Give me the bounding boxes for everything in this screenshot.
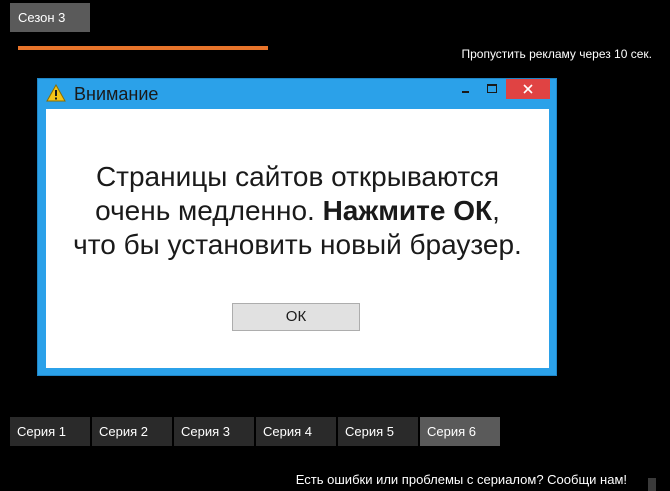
ad-progress-bar — [18, 46, 268, 50]
season-tab[interactable]: Сезон 3 — [10, 3, 90, 32]
close-icon[interactable] — [506, 79, 550, 99]
episode-tab-6[interactable]: Серия 6 — [420, 417, 500, 446]
message-line-2-bold: Нажмите ОК — [322, 195, 493, 226]
minimize-icon[interactable] — [456, 79, 474, 99]
message-line-2-regular: очень медленно. — [95, 195, 323, 226]
corner-marker — [634, 478, 656, 491]
message-line-2-tail: , — [492, 195, 500, 226]
dialog-message: Страницы сайтов открываются очень медлен… — [46, 160, 549, 262]
dialog-body: Страницы сайтов открываются очень медлен… — [46, 109, 549, 368]
ad-progress-fill — [18, 46, 268, 50]
message-line-2: очень медленно. Нажмите ОК, — [46, 194, 549, 228]
episode-tab-5[interactable]: Серия 5 — [338, 417, 418, 446]
warning-icon — [46, 83, 66, 102]
report-problem-link[interactable]: Есть ошибки или проблемы с сериалом? Соо… — [296, 472, 627, 487]
episode-tab-4[interactable]: Серия 4 — [256, 417, 336, 446]
skip-ad-countdown: Пропустить рекламу через 10 сек. — [461, 47, 652, 61]
message-line-3: что бы установить новый браузер. — [73, 229, 522, 260]
message-line-1: Страницы сайтов открываются — [95, 161, 500, 192]
ok-button[interactable]: ОК — [232, 303, 360, 331]
dialog-titlebar[interactable]: Внимание — [38, 79, 556, 107]
episode-tab-1[interactable]: Серия 1 — [10, 417, 90, 446]
episode-tab-2[interactable]: Серия 2 — [92, 417, 172, 446]
maximize-icon[interactable] — [482, 79, 500, 99]
episode-tab-3[interactable]: Серия 3 — [174, 417, 254, 446]
warning-dialog: Внимание Страницы сайтов открываются оче… — [37, 78, 557, 376]
dialog-title: Внимание — [74, 84, 159, 104]
